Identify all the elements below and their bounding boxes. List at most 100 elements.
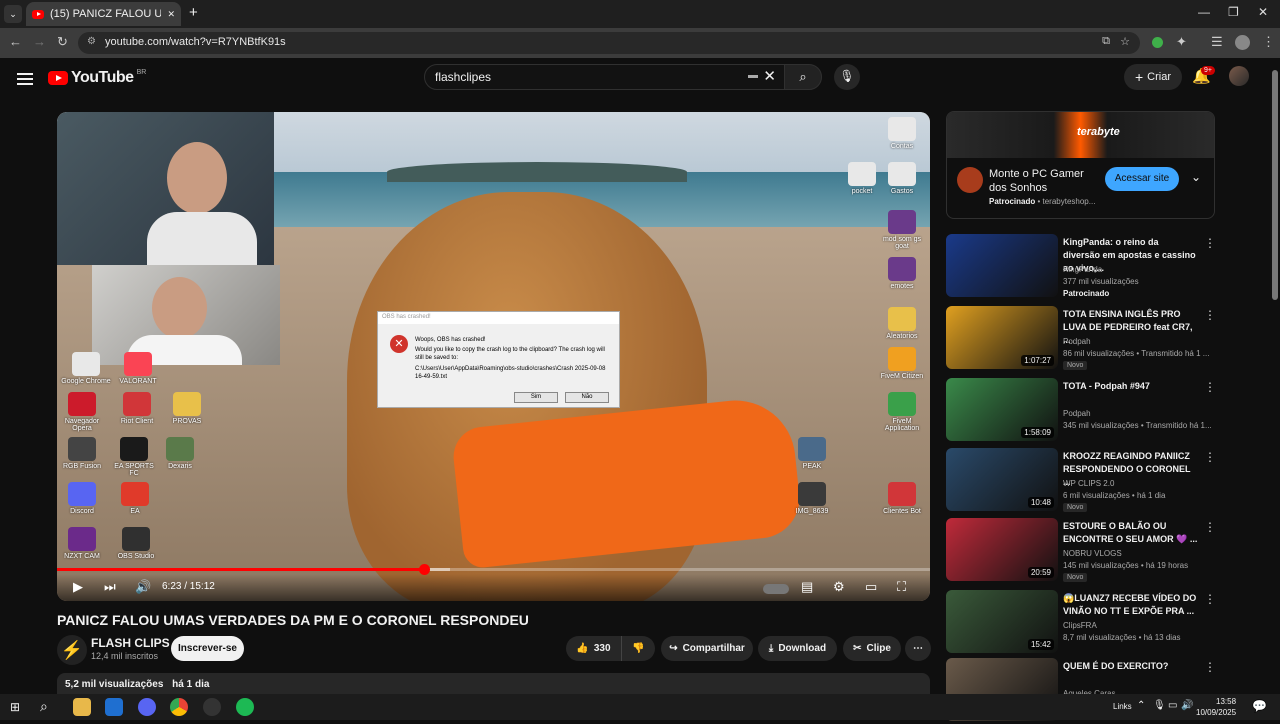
recommendation-title[interactable]: QUEM É DO EXERCITO? (1063, 660, 1198, 673)
recommendation-item[interactable]: 15:42 😱LUANZ7 RECEBE VÍDEO DO VINÃO NO TT… (946, 590, 1276, 656)
install-app-icon[interactable]: ⧉ (1102, 35, 1110, 48)
recommendation-item[interactable]: 1:07:27 TOTA ENSINA INGLÊS PRO LUVA DE PE… (946, 306, 1276, 372)
back-icon[interactable]: ← (9, 34, 22, 49)
profile-icon[interactable] (1235, 35, 1250, 50)
autoplay-toggle[interactable] (763, 584, 789, 594)
ad-title[interactable]: Monte o PC Gamer dos Sonhos (989, 167, 1089, 195)
desktop-icon-right-6[interactable]: FiveM Citizen (877, 347, 927, 380)
subtitles-icon[interactable]: ▤ (801, 579, 813, 595)
recommendation-title[interactable]: TOTA - Podpah #947 (1063, 380, 1198, 393)
subscribe-button[interactable]: Inscrever-se (171, 636, 244, 661)
video-progress-bar[interactable] (57, 564, 930, 575)
recommendation-thumbnail[interactable]: 10:48 (946, 448, 1058, 511)
recommendation-title[interactable]: ESTOURE O BALÃO OU ENCONTRE O SEU AMOR 💜… (1063, 520, 1198, 546)
play-icon[interactable]: ▶ (73, 579, 83, 595)
desktop-icon-right-8[interactable]: Clientes Bot (877, 482, 927, 515)
dislike-button[interactable]: 👎 (621, 636, 655, 661)
like-button[interactable]: 👍 330 (566, 636, 621, 661)
hamburger-menu-icon[interactable] (17, 70, 33, 88)
desktop-icon-right-5[interactable]: Aleatorios (877, 307, 927, 340)
tab-search-button[interactable]: ⌄ (4, 5, 22, 23)
channel-avatar[interactable]: ⚡ (57, 635, 87, 665)
browser-menu-icon[interactable]: ⋮ (1262, 34, 1275, 50)
windows-start-icon[interactable]: ⊞ (10, 700, 20, 714)
settings-gear-icon[interactable]: ⚙ (833, 579, 845, 595)
address-bar[interactable]: ⚙ youtube.com/watch?v=R7YNBtfK91s ⧉ ☆ (78, 32, 1140, 54)
video-player[interactable]: Google Chrome VALORANT Navegador Opera Riot… (57, 112, 930, 601)
tab-close-icon[interactable]: ✕ (167, 9, 175, 20)
share-button[interactable]: ↪ Compartilhar (661, 636, 753, 661)
clear-search-icon[interactable]: ✕ (763, 67, 776, 85)
tray-volume-icon[interactable]: 🔊 (1181, 700, 1193, 711)
extension-green-icon[interactable] (1152, 37, 1163, 48)
window-close-button[interactable]: ✕ (1258, 5, 1268, 19)
recommendation-channel[interactable]: ClipsFRA (1063, 621, 1097, 630)
minimize-button[interactable]: — (1198, 5, 1210, 19)
recommendation-channel[interactable]: KingPanda (1063, 265, 1102, 274)
user-avatar[interactable] (1229, 66, 1249, 86)
desktop-icon-right-2[interactable]: Gastos (877, 162, 927, 195)
search-input[interactable]: flashclipes ▬ ✕ (424, 64, 785, 90)
recommendation-thumbnail[interactable]: 20:59 (946, 518, 1058, 581)
spotify-taskbar-icon[interactable] (236, 698, 254, 716)
new-tab-button[interactable]: + (189, 4, 198, 21)
recommendation-thumbnail[interactable] (946, 234, 1058, 297)
browser-tab[interactable]: (15) PANICZ FALOU UMAS VERD ✕ (26, 2, 181, 26)
recommendation-channel[interactable]: NOBRU VLOGS (1063, 549, 1122, 558)
desktop-icon-left-10[interactable]: NZXT CAM (57, 527, 107, 560)
ad-cta-button[interactable]: Acessar site (1105, 167, 1179, 191)
keyboard-icon[interactable]: ▬ (748, 70, 758, 81)
recommendation-thumbnail[interactable]: 1:07:27 (946, 306, 1058, 369)
desktop-icon-right-9[interactable]: PEAK (787, 437, 837, 470)
desktop-icon-right-0[interactable]: Contas (877, 117, 927, 150)
more-vertical-icon[interactable]: ⋮ (1204, 236, 1216, 250)
more-vertical-icon[interactable]: ⋮ (1204, 660, 1216, 674)
recommendation-item[interactable]: KingPanda: o reino da diversão em aposta… (946, 234, 1276, 300)
recommendation-channel[interactable]: Podpah (1063, 337, 1091, 346)
clip-button[interactable]: ✂ Clipe (843, 636, 901, 661)
ad-expand-chevron-icon[interactable]: ⌄ (1191, 170, 1201, 184)
channel-name[interactable]: FLASH CLIPS (91, 636, 170, 650)
more-vertical-icon[interactable]: ⋮ (1204, 380, 1216, 394)
tray-overflow-icon[interactable]: ⌃ (1137, 700, 1145, 711)
taskbar-links-label[interactable]: Links (1113, 702, 1132, 711)
voice-search-button[interactable]: 🎙 (834, 64, 860, 90)
obs-taskbar-icon[interactable] (203, 698, 221, 716)
discord-taskbar-icon[interactable] (138, 698, 156, 716)
recommendation-channel[interactable]: Podpah (1063, 409, 1091, 418)
desktop-icon-left-5[interactable]: RGB Fusion (57, 437, 107, 470)
desktop-icon-left-4[interactable]: PROVAS (162, 392, 212, 425)
desktop-icon-left-9[interactable]: EA (110, 482, 160, 515)
taskbar-clock[interactable]: 13:58 10/09/2025 (1196, 696, 1236, 718)
forward-icon[interactable]: → (33, 34, 46, 49)
theater-mode-icon[interactable]: ▭ (865, 579, 877, 595)
recommendation-channel[interactable]: WP CLIPS 2.0 (1063, 479, 1114, 488)
page-scrollbar[interactable] (1272, 70, 1278, 300)
file-explorer-icon[interactable] (73, 698, 91, 716)
desktop-icon-left-6[interactable]: EA SPORTS FC (109, 437, 159, 477)
bookmark-star-icon[interactable]: ☆ (1120, 35, 1130, 48)
desktop-icon-left-3[interactable]: Riot Client (112, 392, 162, 425)
notification-center-icon[interactable]: 💬 (1252, 699, 1267, 713)
next-icon[interactable]: ⏭ (104, 579, 116, 595)
desktop-icon-left-11[interactable]: OBS Studio (111, 527, 161, 560)
recommendation-thumbnail[interactable]: 1:58:09 (946, 378, 1058, 441)
more-vertical-icon[interactable]: ⋮ (1204, 308, 1216, 322)
desktop-icon-right-7[interactable]: FiveM Application (877, 392, 927, 432)
desktop-icon-left-2[interactable]: Navegador Opera (57, 392, 107, 432)
dialog-yes-button[interactable]: Sim (514, 392, 558, 403)
recommendation-thumbnail[interactable]: 15:42 (946, 590, 1058, 653)
chrome-taskbar-icon[interactable] (170, 698, 188, 716)
recommendation-title[interactable]: 😱LUANZ7 RECEBE VÍDEO DO VINÃO NO TT E EX… (1063, 592, 1198, 618)
taskbar-search-icon[interactable]: ⌕ (40, 698, 48, 715)
tray-mic-icon[interactable]: 🎙 (1153, 700, 1166, 711)
more-vertical-icon[interactable]: ⋮ (1204, 592, 1216, 606)
volume-icon[interactable]: 🔊 (135, 579, 151, 595)
desktop-icon-right-10[interactable]: IMG_8639 (787, 482, 837, 515)
fullscreen-icon[interactable]: ⛶ (897, 579, 906, 595)
desktop-icon-left-8[interactable]: Discord (57, 482, 107, 515)
recommendation-item[interactable]: 20:59 ESTOURE O BALÃO OU ENCONTRE O SEU A… (946, 518, 1276, 584)
desktop-icon-right-4[interactable]: emotes (877, 257, 927, 290)
download-button[interactable]: ⤓ Download (758, 636, 837, 661)
create-button[interactable]: + Criar (1124, 64, 1182, 90)
